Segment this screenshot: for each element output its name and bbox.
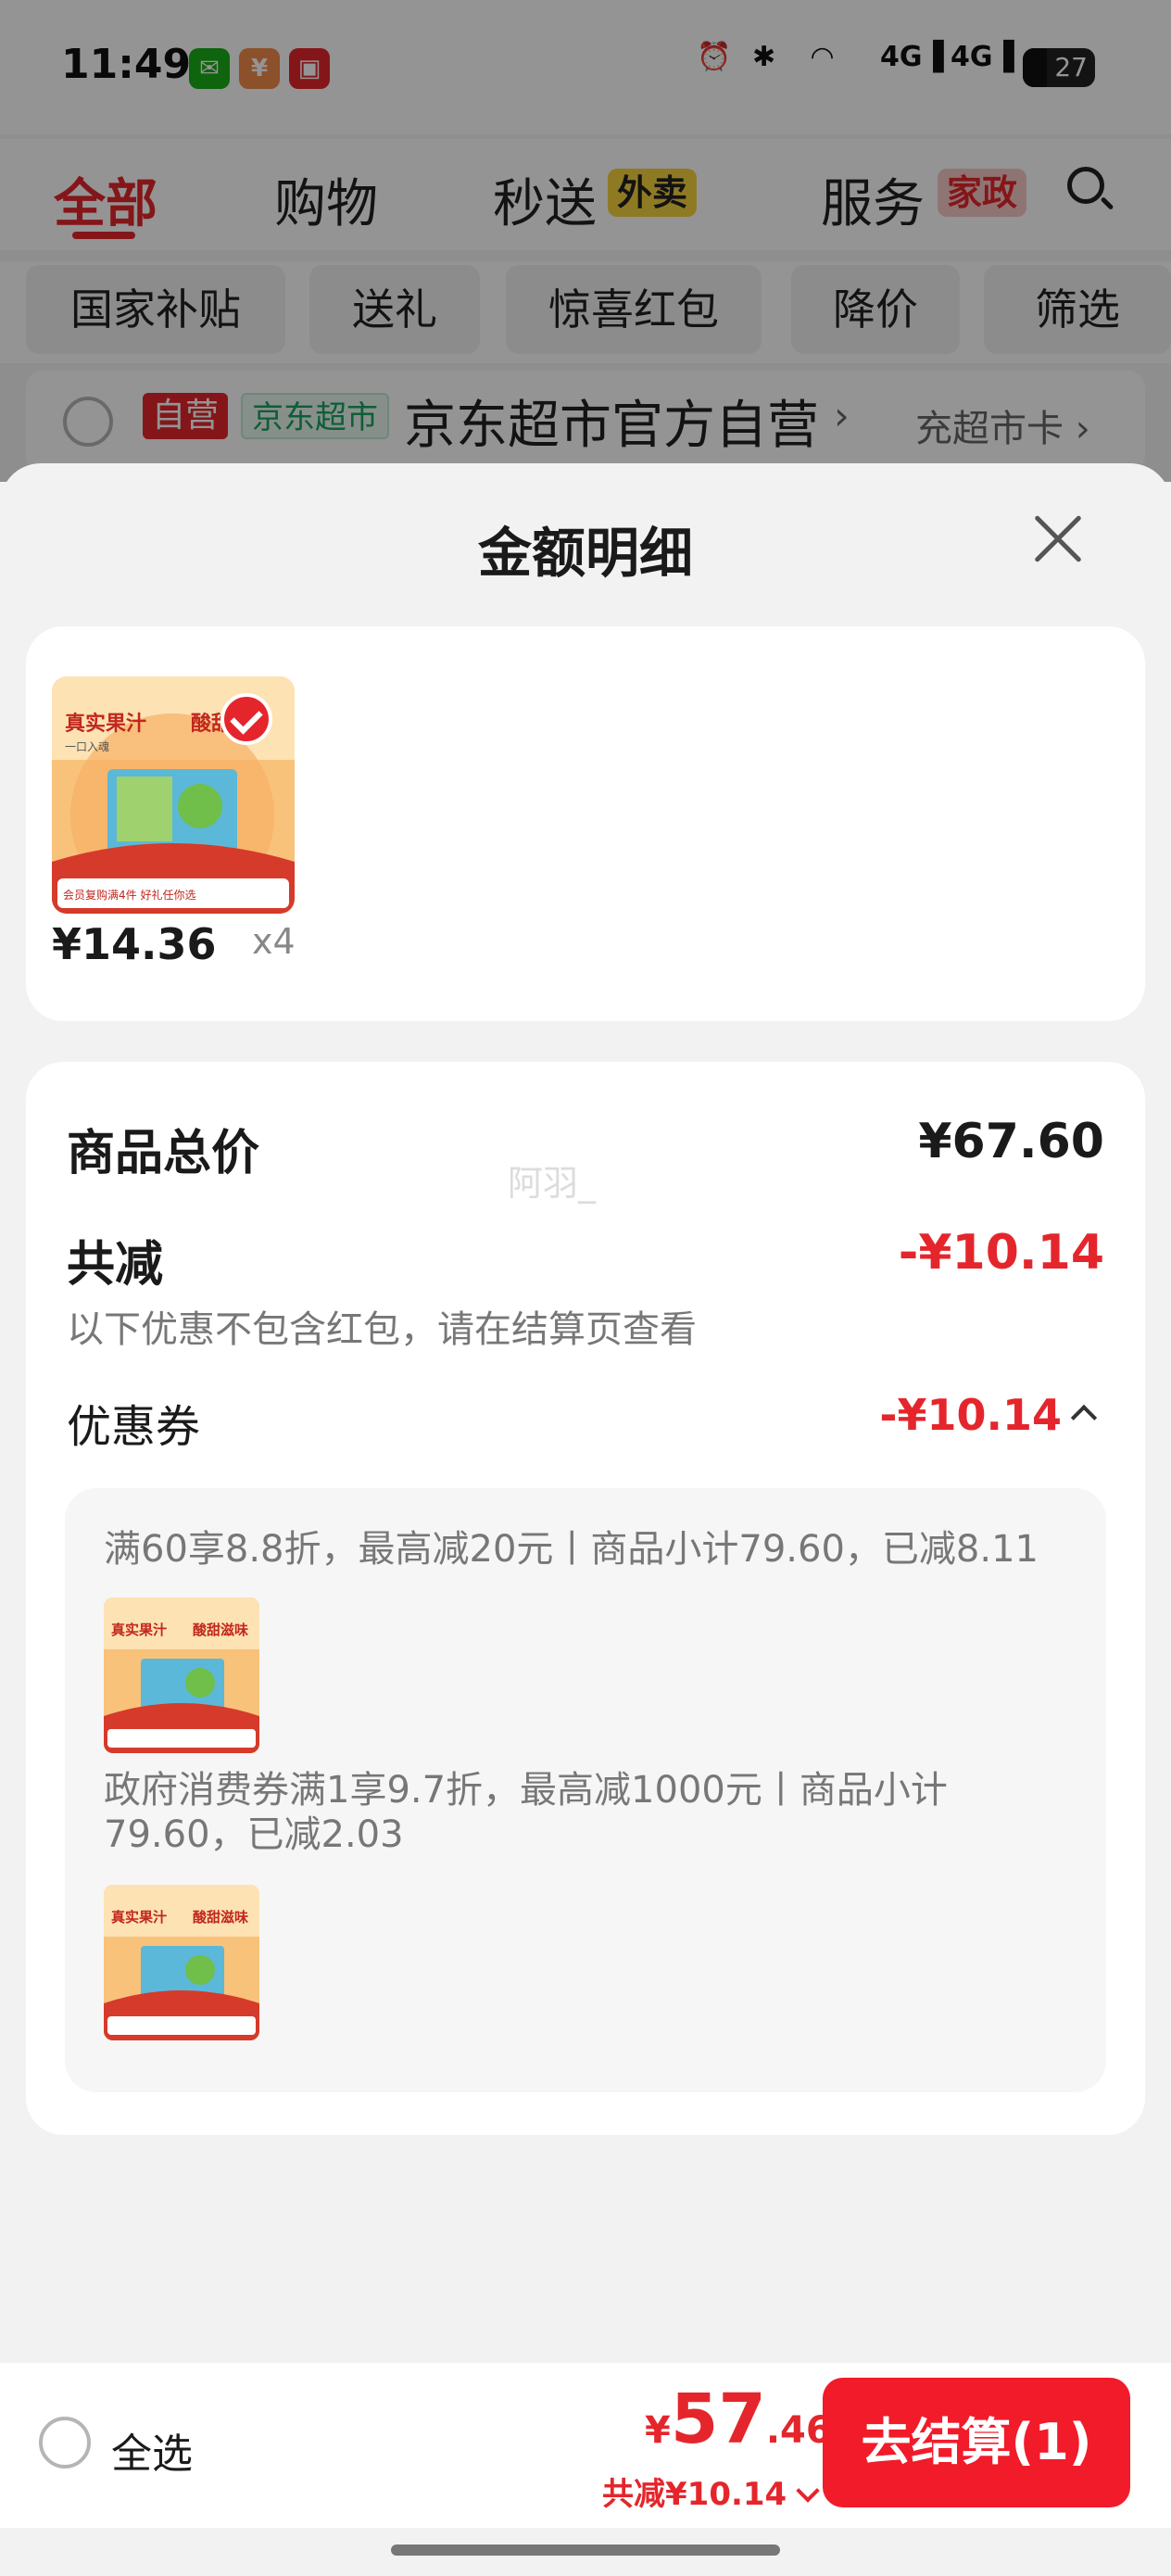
saving-summary[interactable]: 共减¥10.14: [602, 2469, 820, 2514]
close-icon[interactable]: [1028, 510, 1088, 569]
svg-text:真实果汁: 真实果汁: [65, 712, 146, 736]
chevron-down-icon[interactable]: [796, 2479, 820, 2503]
svg-text:酸甜滋味: 酸甜滋味: [193, 1622, 248, 1638]
price-summary-card: 商品总价 ¥67.60 阿羽_ 共减 -¥10.14 以下优惠不包含红包，请在结…: [26, 1062, 1145, 2135]
coupon-product-thumb-1: 真实果汁 酸甜滋味: [104, 1597, 259, 1753]
svg-text:会员复购满4件 好礼任你选: 会员复购满4件 好礼任你选: [63, 888, 195, 902]
sheet-title: 金额明细: [477, 522, 693, 585]
total-price-value: ¥67.60: [918, 1114, 1104, 1169]
coupon-label[interactable]: 优惠券: [67, 1390, 200, 1455]
product-card: 真实果汁 一口入魂 酸甜 会员复购满4件 好礼任你选 ¥14.36 x4: [26, 626, 1145, 1021]
saving-text: 共减¥10.14: [602, 2476, 787, 2513]
price-integer: 57: [670, 2380, 766, 2459]
total-payable: ¥57.46: [645, 2380, 832, 2459]
amount-detail-sheet: 金额明细 真实果汁 一口入魂 酸甜 会员复购满4件 好礼任你选 ¥14.36 x…: [0, 463, 1171, 2576]
currency-symbol: ¥: [645, 2409, 671, 2452]
home-indicator[interactable]: [391, 2544, 780, 2556]
discount-note: 以下优惠不包含红包，请在结算页查看: [67, 1308, 697, 1351]
watermark: 阿羽_: [508, 1163, 597, 1204]
select-all-label[interactable]: 全选: [111, 2420, 193, 2480]
selected-check-icon[interactable]: [220, 693, 272, 745]
coupon-detail-box: 满60享8.8折，最高减20元丨商品小计79.60，已减8.11 真实果汁 酸甜…: [65, 1488, 1106, 2092]
product-quantity: x4: [252, 921, 296, 962]
total-price-label: 商品总价: [67, 1126, 260, 1181]
checkout-bar: 全选 ¥57.46 共减¥10.14 去结算(1): [0, 2363, 1171, 2528]
svg-text:真实果汁: 真实果汁: [111, 1909, 167, 1926]
svg-text:一口入魂: 一口入魂: [65, 739, 109, 753]
reduction-label: 共减: [67, 1237, 164, 1293]
select-all-radio[interactable]: [39, 2417, 91, 2469]
coupon-product-thumb-2: 真实果汁 酸甜滋味: [104, 1885, 259, 2040]
coupon-detail-2: 政府消费券满1享9.7折，最高减1000元丨商品小计79.60，已减2.03: [104, 1769, 948, 1856]
reduction-value: -¥10.14: [898, 1225, 1104, 1281]
svg-text:酸甜滋味: 酸甜滋味: [193, 1909, 248, 1926]
product-price: ¥14.36: [52, 919, 217, 969]
coupon-value[interactable]: -¥10.14: [879, 1390, 1062, 1440]
chevron-up-icon[interactable]: [1070, 1404, 1098, 1432]
checkout-button[interactable]: 去结算(1): [823, 2378, 1130, 2507]
coupon-detail-1: 满60享8.8折，最高减20元丨商品小计79.60，已减8.11: [104, 1528, 1039, 1571]
modal-backdrop[interactable]: [0, 0, 1171, 482]
svg-text:真实果汁: 真实果汁: [111, 1622, 167, 1638]
